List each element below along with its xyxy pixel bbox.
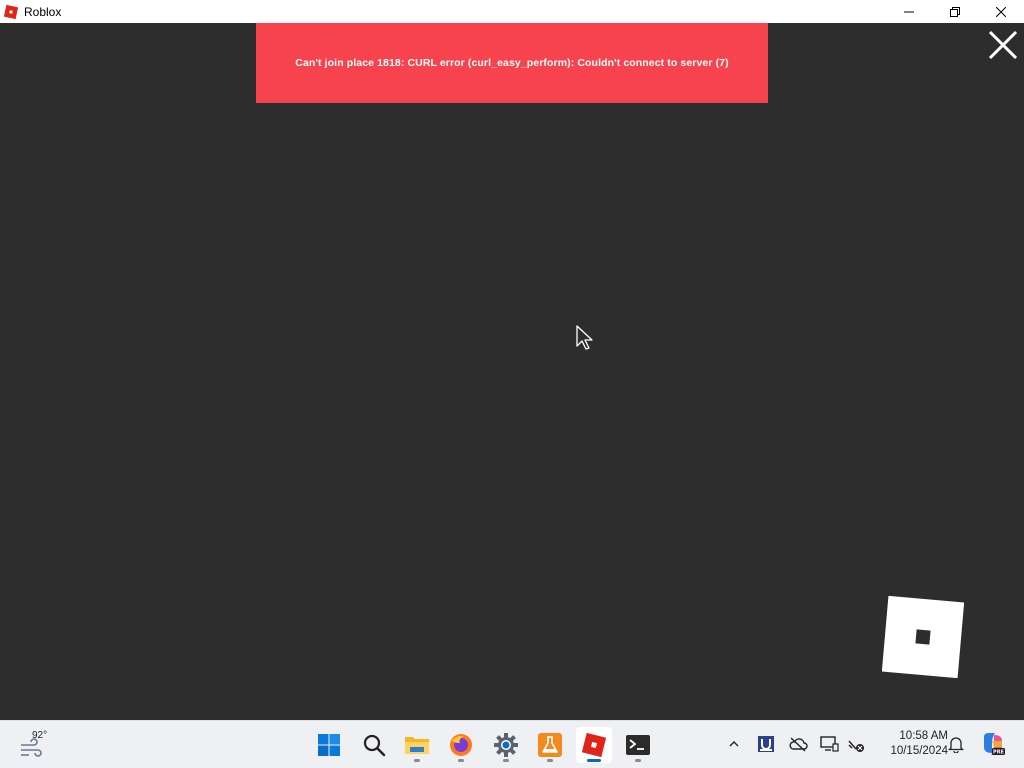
running-indicator <box>503 759 509 762</box>
minimize-button[interactable] <box>886 0 932 23</box>
clock-date: 10/15/2024 <box>890 745 948 757</box>
clock-time: 10:58 AM <box>899 730 948 742</box>
weather-widget[interactable]: 92° <box>16 727 56 763</box>
folder-icon <box>405 737 429 754</box>
clock[interactable]: 10:58 AM 10/15/2024 <box>872 729 948 759</box>
network-off-icon <box>848 740 864 752</box>
tray-onedrive[interactable] <box>787 733 809 755</box>
roblox-app-icon <box>3 4 19 19</box>
copilot-icon: PRE <box>984 733 1005 756</box>
show-hidden-icons-button[interactable] <box>723 733 745 755</box>
minimize-icon <box>904 11 914 12</box>
close-icon <box>996 6 1006 17</box>
close-icon <box>988 30 1018 60</box>
settings-button[interactable] <box>488 727 524 763</box>
firefox-button[interactable] <box>443 727 479 763</box>
display-icon <box>820 736 839 752</box>
error-banner: Can't join place 1818: CURL error (curl_… <box>256 23 768 103</box>
running-indicator <box>547 759 553 762</box>
roblox-icon <box>581 732 607 758</box>
chevron-up-icon <box>729 741 739 747</box>
firefox-icon <box>450 734 472 756</box>
tray-network[interactable] <box>845 733 867 755</box>
tray-u-app[interactable] <box>755 733 777 755</box>
terminal-icon <box>626 735 650 755</box>
game-viewport[interactable]: Can't join place 1818: CURL error (curl_… <box>0 23 1024 720</box>
notifications-button[interactable] <box>945 733 967 755</box>
cloud-off-icon <box>789 737 808 752</box>
flask-icon <box>538 733 562 757</box>
gear-icon <box>494 733 518 757</box>
terminal-button[interactable] <box>620 727 656 763</box>
weather-temp: 92° <box>32 730 48 741</box>
restore-button[interactable] <box>932 0 978 23</box>
active-indicator <box>587 759 601 762</box>
close-button[interactable] <box>978 0 1024 23</box>
search-button[interactable] <box>356 727 392 763</box>
copilot-button[interactable]: PRE <box>980 731 1006 757</box>
error-message: Can't join place 1818: CURL error (curl_… <box>295 57 729 69</box>
u-app-icon <box>758 736 774 752</box>
windows-logo-icon <box>318 734 340 756</box>
lab-app-button[interactable] <box>532 727 568 763</box>
game-close-button[interactable] <box>986 28 1020 62</box>
window-titlebar: Roblox <box>0 0 1024 23</box>
start-button[interactable] <box>311 727 347 763</box>
taskbar: 92° 10:58 AM 10/15/2024 PRE <box>0 720 1024 768</box>
tray-display[interactable] <box>818 733 840 755</box>
file-explorer-button[interactable] <box>399 727 435 763</box>
running-indicator <box>458 759 464 762</box>
roblox-logo <box>881 595 965 679</box>
bell-icon <box>948 737 964 753</box>
mouse-cursor-icon <box>576 325 596 356</box>
running-indicator <box>414 759 420 762</box>
window-title: Roblox <box>24 4 62 19</box>
roblox-taskbar-button[interactable] <box>576 727 612 763</box>
restore-icon <box>950 6 960 17</box>
running-indicator <box>635 759 641 762</box>
svg-text:PRE: PRE <box>993 750 1005 756</box>
search-icon <box>363 734 386 757</box>
